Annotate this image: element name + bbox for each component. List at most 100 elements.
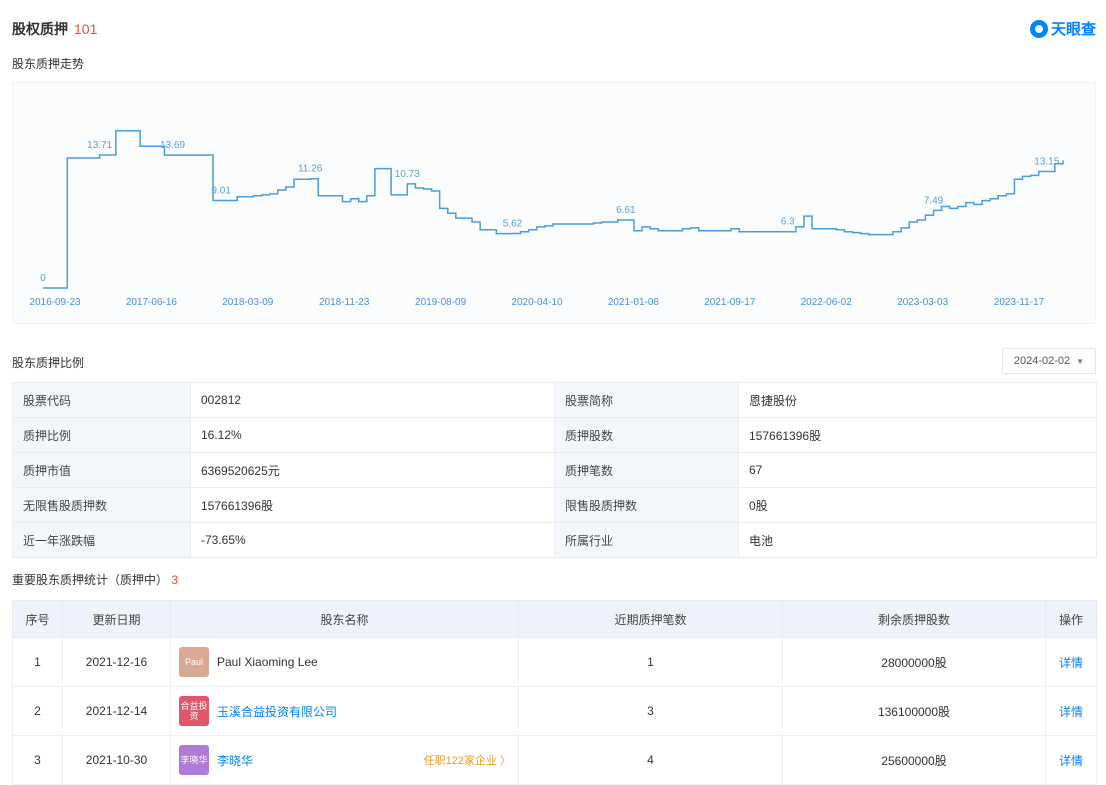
x-tick-label: 2018-03-09 [222,297,274,308]
info-row: 质押市值 6369520625元 质押笔数 67 [12,452,1097,488]
holder-avatar[interactable]: Paul [179,647,209,677]
x-tick-label: 2017-06-16 [126,297,178,308]
x-tick-label: 2021-01-08 [608,297,660,308]
info-value: 002812 [190,382,555,418]
detail-link-text[interactable]: 详情 [1059,754,1083,768]
data-label: 13.71 [87,140,112,151]
data-label: 5.62 [503,218,523,229]
remaining-pledge-shares: 136100000股 [782,686,1046,736]
info-key: 股票简称 [554,382,739,418]
trend-chart-svg: 0 13.71 13.69 9.01 11.26 10.73 5.62 6.61 6.3 7.49… [29,130,1064,308]
x-tick-label: 2020-04-10 [511,297,563,308]
column-header: 股东名称 [170,600,519,638]
brand-logo: 天眼查 [1029,18,1096,39]
table-row: 1 2021-12-16 Paul Paul Xiaoming Lee 1 2800000… [12,637,1097,687]
pledge-trend-chart: 0 13.71 13.69 9.01 11.26 10.73 5.62 6.61 6.3 7.49… [12,82,1096,324]
data-label: 9.01 [211,186,231,197]
data-label: 6.61 [616,205,636,216]
data-label: 6.3 [781,217,795,228]
holder-tag[interactable]: 任职122家企业 〉 [424,752,511,768]
table-row: 2 2021-12-14 合益投资 玉溪合益投资有限公司 3 136100000股 详情 [12,686,1097,736]
holder-name[interactable]: 李晓华 [217,752,253,769]
info-key: 质押笔数 [554,452,739,488]
column-header: 剩余质押股数 [782,600,1046,638]
x-tick-label: 2018-11-23 [319,297,370,308]
row-index: 3 [12,735,63,785]
record-count: 101 [74,21,98,37]
info-key: 近一年涨跌幅 [12,522,191,558]
info-key: 股票代码 [12,382,191,418]
brand-name: 天眼查 [1050,21,1096,38]
detail-link[interactable]: 详情 [1045,637,1097,687]
info-row: 近一年涨跌幅 -73.65% 所属行业 电池 [12,522,1097,558]
info-key: 质押股数 [554,417,739,453]
page-header: 股权质押 101 [12,18,97,40]
info-value: 157661396股 [738,417,1097,453]
page-title: 股权质押 [12,21,68,37]
holder-name-cell: 合益投资 玉溪合益投资有限公司 [170,686,519,736]
data-label: 13.69 [160,140,185,151]
holder-name[interactable]: 玉溪合益投资有限公司 [217,703,337,720]
info-row: 股票代码 002812 股票简称 恩捷股份 [12,382,1097,418]
detail-link[interactable]: 详情 [1045,686,1097,736]
brand-icon [1029,19,1048,38]
info-row: 无限售股质押数 157661396股 限售股质押数 0股 [12,487,1097,523]
x-tick-label: 2019-08-09 [415,297,467,308]
table-row: 3 2021-10-30 李晓华 李晓华 任职122家企业 〉 4 25600000股 详情 [12,735,1097,785]
holders-count: 3 [171,573,179,587]
row-index: 2 [12,686,63,736]
info-value: 0股 [738,487,1097,523]
recent-pledge-count: 4 [518,735,783,785]
date-select-value: 2024-02-02 [1013,355,1071,367]
info-value: 恩捷股份 [738,382,1097,418]
column-header: 序号 [12,600,63,638]
detail-link[interactable]: 详情 [1045,735,1097,785]
x-tick-label: 2023-11-17 [994,297,1045,308]
info-key: 所属行业 [554,522,739,558]
date-select[interactable]: 2024-02-02 ▼ [1002,348,1096,374]
holder-name-cell: 李晓华 李晓华 任职122家企业 〉 [170,735,519,785]
holder-name[interactable]: Paul Xiaoming Lee [217,655,318,669]
recent-pledge-count: 1 [518,637,783,687]
info-row: 质押比例 16.12% 质押股数 157661396股 [12,417,1097,453]
update-date: 2021-10-30 [62,735,171,785]
x-tick-label: 2023-03-03 [897,297,949,308]
info-key: 质押市值 [12,452,191,488]
info-value: 16.12% [190,417,555,453]
detail-link-text[interactable]: 详情 [1059,705,1083,719]
info-value: -73.65% [190,522,555,558]
data-label: 7.49 [924,195,944,206]
remaining-pledge-shares: 25600000股 [782,735,1046,785]
pledge-ratio-table: 股票代码 002812 股票简称 恩捷股份 质押比例 16.12% 质押股数 15766139… [12,382,1097,558]
data-label: 0 [40,273,46,284]
x-tick-label: 2021-09-17 [704,297,756,308]
info-key: 质押比例 [12,417,191,453]
x-tick-label: 2022-06-02 [801,297,853,308]
detail-link-text[interactable]: 详情 [1059,656,1083,670]
data-label: 13.15 [1034,157,1059,168]
info-key: 无限售股质押数 [12,487,191,523]
holder-name-cell: Paul Paul Xiaoming Lee [170,637,519,687]
column-header: 更新日期 [62,600,171,638]
remaining-pledge-shares: 28000000股 [782,637,1046,687]
row-index: 1 [12,637,63,687]
holder-avatar[interactable]: 合益投资 [179,696,209,726]
update-date: 2021-12-14 [62,686,171,736]
chevron-down-icon: ▼ [1076,356,1085,366]
column-header: 操作 [1045,600,1097,638]
holders-section-title: 重要股东质押统计（质押中） 3 [12,571,178,588]
info-value: 157661396股 [190,487,555,523]
info-value: 67 [738,452,1097,488]
data-label: 11.26 [298,164,323,175]
info-value: 电池 [738,522,1097,558]
column-header: 近期质押笔数 [518,600,783,638]
holder-avatar[interactable]: 李晓华 [179,745,209,775]
holders-table: 序号 更新日期 股东名称 近期质押笔数 剩余质押股数 操作 1 2021-12-16 Paul… [12,600,1097,785]
info-key: 限售股质押数 [554,487,739,523]
recent-pledge-count: 3 [518,686,783,736]
pledge-trend-line [43,130,1064,289]
holders-title-text: 重要股东质押统计（质押中） [12,573,169,587]
update-date: 2021-12-16 [62,637,171,687]
x-tick-label: 2016-09-23 [29,297,81,308]
trend-section-title: 股东质押走势 [12,57,85,71]
